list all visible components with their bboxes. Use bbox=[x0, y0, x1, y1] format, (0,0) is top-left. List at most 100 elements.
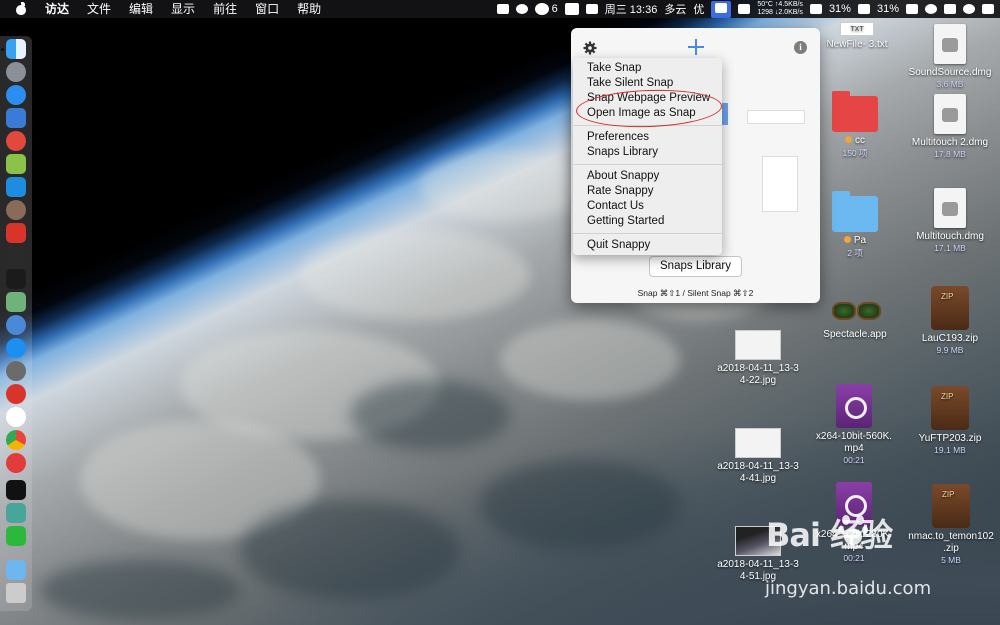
notification-center-icon[interactable] bbox=[982, 4, 994, 14]
battery-percent-1[interactable]: 31% bbox=[829, 3, 851, 15]
star-icon[interactable] bbox=[963, 4, 975, 14]
menu-view[interactable]: 显示 bbox=[162, 0, 204, 18]
activity-monitor-dock-icon[interactable] bbox=[6, 246, 26, 266]
app-brown-dock-icon[interactable] bbox=[6, 200, 26, 220]
menu-item-about-snappy[interactable]: About Snappy bbox=[573, 169, 722, 184]
vivaldi-dock-icon[interactable] bbox=[6, 453, 26, 473]
desktop-file-screenshot-22[interactable]: a2018-04-11_13-3 4-22.jpg bbox=[712, 330, 804, 387]
desktop-file-yuftp203[interactable]: YuFTP203.zip 19.1 MB bbox=[905, 386, 995, 455]
info-icon[interactable]: i bbox=[794, 41, 807, 54]
file-size: 3.6 MB bbox=[936, 79, 964, 89]
snaps-library-button[interactable]: Snaps Library bbox=[649, 256, 742, 277]
apple-menu-icon[interactable] bbox=[14, 2, 28, 16]
file-size: 2 项 bbox=[847, 248, 863, 258]
desktop-file-multitouch2[interactable]: Multitouch 2.dmg 17.8 MB bbox=[905, 94, 995, 159]
app-red-dock-icon[interactable] bbox=[6, 131, 26, 151]
menu-item-preferences[interactable]: Preferences bbox=[573, 130, 722, 145]
system-preferences-dock-icon[interactable] bbox=[6, 361, 26, 381]
finder-dock-icon[interactable] bbox=[6, 39, 26, 59]
watermark-text: Bai 经验 bbox=[766, 516, 893, 554]
file-name-line1: nmac.to_temon102 bbox=[908, 531, 994, 542]
desktop-folder-pa[interactable]: Pa 2 项 bbox=[825, 191, 885, 259]
shortcut-hint: Snap ⌘⇧1 / Silent Snap ⌘⇧2 bbox=[637, 288, 754, 298]
wechat-dock-icon[interactable] bbox=[6, 526, 26, 546]
safari-dock-icon[interactable] bbox=[6, 85, 26, 105]
new-snap-plus-icon[interactable] bbox=[687, 38, 705, 56]
video-file-icon bbox=[836, 384, 872, 428]
wechat-status[interactable]: 6 bbox=[534, 3, 558, 15]
menu-bar: 访达 文件 编辑 显示 前往 窗口 帮助 6 周三 13:36 多云 优 50°… bbox=[0, 0, 1000, 18]
iterm-dock-icon[interactable] bbox=[6, 480, 26, 500]
display-icon[interactable] bbox=[564, 3, 579, 15]
trash-dock-icon[interactable] bbox=[6, 583, 26, 603]
menu-item-snaps-library[interactable]: Snaps Library bbox=[573, 145, 722, 160]
menu-finder[interactable]: 访达 bbox=[36, 0, 78, 18]
txt-file-icon: TXT bbox=[840, 22, 874, 36]
battery-percent-2[interactable]: 31% bbox=[877, 3, 899, 15]
teamviewer-dock-icon[interactable] bbox=[6, 177, 26, 197]
desktop-file-multitouch[interactable]: Multitouch.dmg 17.1 MB bbox=[905, 188, 995, 253]
weather[interactable]: 多云 bbox=[664, 1, 686, 17]
launchpad-dock-icon[interactable] bbox=[6, 62, 26, 82]
menu-go[interactable]: 前往 bbox=[204, 0, 246, 18]
wifi-icon[interactable] bbox=[925, 4, 937, 14]
clock[interactable]: 周三 13:36 bbox=[605, 1, 658, 17]
desktop-file-x264-560k[interactable]: x264-10bit-560K. mp4 00:21 bbox=[808, 384, 900, 465]
terminal-dock-icon[interactable] bbox=[6, 269, 26, 289]
file-name-line2: 4-41.jpg bbox=[739, 473, 777, 484]
app-store-dock-icon[interactable] bbox=[6, 338, 26, 358]
image-thumbnail bbox=[735, 330, 781, 360]
menu-edit[interactable]: 编辑 bbox=[120, 0, 162, 18]
chrome-dock-icon[interactable] bbox=[6, 430, 26, 450]
yandex-dock-icon[interactable] bbox=[6, 407, 26, 427]
file-size: 19.1 MB bbox=[934, 445, 966, 455]
menu-help[interactable]: 帮助 bbox=[288, 0, 330, 18]
spectacle-app-icon bbox=[830, 290, 881, 326]
input-method[interactable]: 优 bbox=[693, 1, 704, 17]
window-icon[interactable] bbox=[585, 4, 598, 14]
battery-icon-1[interactable] bbox=[857, 4, 870, 14]
desktop-file-newfile-txt[interactable]: TXT NewFile- 3.txt bbox=[822, 22, 892, 51]
location-status-icon[interactable] bbox=[515, 4, 528, 14]
file-name-line1: a2018-04-11_13-3 bbox=[717, 559, 799, 570]
folder-icon bbox=[832, 91, 878, 132]
siri-icon[interactable] bbox=[944, 4, 956, 14]
desktop-file-screenshot-41[interactable]: a2018-04-11_13-3 4-41.jpg bbox=[712, 428, 804, 485]
snap-thumbnail[interactable] bbox=[762, 156, 798, 212]
contacts-dock-icon[interactable] bbox=[6, 108, 26, 128]
menu-item-contact-us[interactable]: Contact Us bbox=[573, 199, 722, 214]
menu-item-rate-snappy[interactable]: Rate Snappy bbox=[573, 184, 722, 199]
grid-status-icon[interactable] bbox=[496, 4, 509, 14]
app-red2-dock-icon[interactable] bbox=[6, 223, 26, 243]
menu-item-quit-snappy[interactable]: Quit Snappy bbox=[573, 238, 722, 253]
menu-item-getting-started[interactable]: Getting Started bbox=[573, 214, 722, 229]
image-thumbnail bbox=[735, 428, 781, 458]
desktop-file-lauc193[interactable]: LauC193.zip 9.9 MB bbox=[905, 286, 995, 355]
netease-music-dock-icon[interactable] bbox=[6, 384, 26, 404]
siri-dock-icon[interactable] bbox=[6, 315, 26, 335]
app-teal-dock-icon[interactable] bbox=[6, 503, 26, 523]
wechat-count: 6 bbox=[551, 3, 558, 15]
menu-item-take-silent-snap[interactable]: Take Silent Snap bbox=[573, 76, 722, 91]
desktop-file-soundsource[interactable]: SoundSource.dmg 3.6 MB bbox=[905, 24, 995, 89]
menu-item-take-snap[interactable]: Take Snap bbox=[573, 61, 722, 76]
gear-icon[interactable] bbox=[583, 41, 597, 55]
snap-thumbnail[interactable] bbox=[747, 110, 805, 124]
preview-dock-icon[interactable] bbox=[6, 292, 26, 312]
menu-file[interactable]: 文件 bbox=[78, 0, 120, 18]
desktop-app-spectacle[interactable]: Spectacle.app bbox=[815, 290, 895, 341]
snappy-menubar-item[interactable] bbox=[711, 0, 732, 18]
downloads-folder-dock-icon[interactable] bbox=[6, 560, 26, 580]
menu-separator bbox=[573, 164, 722, 165]
menu-window[interactable]: 窗口 bbox=[246, 0, 288, 18]
tag-dot bbox=[843, 236, 851, 243]
battery-icon-2[interactable] bbox=[906, 4, 918, 14]
fan-speed: 1298 bbox=[757, 9, 773, 16]
android-dock-icon[interactable] bbox=[6, 154, 26, 174]
desktop-folder-cc[interactable]: cc 150 项 bbox=[825, 91, 885, 159]
system-monitor[interactable]: 50°C ↑4.5KB/s 1298 ↓2.0KB/s bbox=[757, 1, 803, 17]
file-name: Spectacle.app bbox=[823, 329, 887, 340]
desktop-file-nmac-temon[interactable]: nmac.to_temon102 .zip 5 MB bbox=[903, 484, 999, 565]
monitor-icon[interactable] bbox=[738, 4, 751, 14]
cpu-icon[interactable] bbox=[809, 4, 822, 14]
